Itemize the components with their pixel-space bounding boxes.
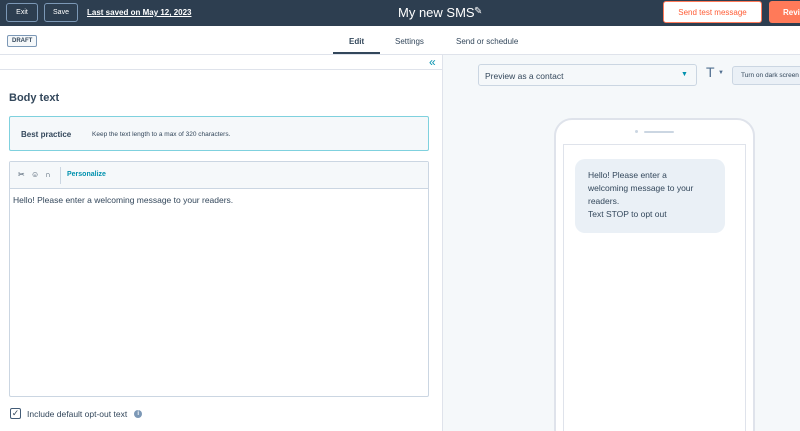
preview-panel: Preview as a contact ▼ T ▼ Turn on dark … <box>442 55 800 431</box>
chevron-down-icon: ▼ <box>681 71 688 78</box>
optout-option: ✓ Include default opt-out text i <box>10 408 143 419</box>
phone-camera <box>635 130 638 133</box>
phone-preview: Hello! Please enter a welcoming message … <box>554 118 755 431</box>
send-test-message-button[interactable]: Send test message <box>663 1 762 23</box>
editor-tab-bar: DRAFT Edit Settings Send or schedule <box>0 26 800 55</box>
message-bubble: Hello! Please enter a welcoming message … <box>575 159 725 233</box>
tab-send-or-schedule[interactable]: Send or schedule <box>456 37 518 46</box>
sms-title: My new SMS <box>398 5 475 20</box>
exit-button[interactable]: Exit <box>6 3 38 22</box>
check-icon: ✓ <box>11 408 20 418</box>
status-badge: DRAFT <box>7 35 38 47</box>
phone-screen: Hello! Please enter a welcoming message … <box>563 144 746 431</box>
edit-panel: « Body text Best practice Keep the text … <box>0 55 442 431</box>
phone-speaker <box>644 131 674 133</box>
save-button[interactable]: Save <box>44 3 78 22</box>
section-title: Body text <box>9 92 60 104</box>
toolbar-divider <box>60 167 61 184</box>
body-text-value[interactable]: Hello! Please enter a welcoming message … <box>13 195 233 205</box>
message-line: readers. <box>588 196 620 206</box>
message-line: Hello! Please enter a <box>588 170 667 180</box>
text-size-icon[interactable]: T <box>706 64 715 80</box>
optout-label[interactable]: Include default opt-out text <box>27 409 127 419</box>
body-text-editor[interactable]: ✂ ☺ ∩ Personalize Hello! Please enter a … <box>9 161 429 397</box>
dark-screen-toggle-button[interactable]: Turn on dark screen <box>732 66 800 85</box>
review-button[interactable]: Revi <box>769 1 800 23</box>
message-line: welcoming message to your <box>588 183 694 193</box>
headset-icon[interactable]: ∩ <box>45 170 51 179</box>
pencil-icon[interactable]: ✎ <box>474 6 482 17</box>
personalize-button[interactable]: Personalize <box>67 171 106 178</box>
emoji-icon[interactable]: ☺ <box>31 170 39 179</box>
caret-down-icon[interactable]: ▼ <box>718 70 724 76</box>
preview-as-select[interactable]: Preview as a contact ▼ <box>478 64 697 86</box>
active-tab-indicator <box>333 52 380 54</box>
best-practice-text: Keep the text length to a max of 320 cha… <box>92 131 231 138</box>
message-line: Text STOP to opt out <box>588 209 667 219</box>
cut-icon[interactable]: ✂ <box>18 170 25 179</box>
tab-edit[interactable]: Edit <box>349 37 364 46</box>
double-chevron-left-icon[interactable]: « <box>429 55 436 69</box>
last-saved-link[interactable]: Last saved on May 12, 2023 <box>87 8 192 17</box>
info-icon[interactable]: i <box>134 409 143 418</box>
best-practice-callout: Best practice Keep the text length to a … <box>9 116 429 151</box>
top-navigation-bar: Exit Save Last saved on May 12, 2023 My … <box>0 0 800 26</box>
editor-toolbar: ✂ ☺ ∩ Personalize <box>10 162 428 189</box>
best-practice-title: Best practice <box>21 130 72 139</box>
optout-checkbox[interactable]: ✓ <box>10 408 21 419</box>
divider <box>0 69 442 70</box>
preview-select-value: Preview as a contact <box>485 71 564 81</box>
tab-settings[interactable]: Settings <box>395 37 424 46</box>
